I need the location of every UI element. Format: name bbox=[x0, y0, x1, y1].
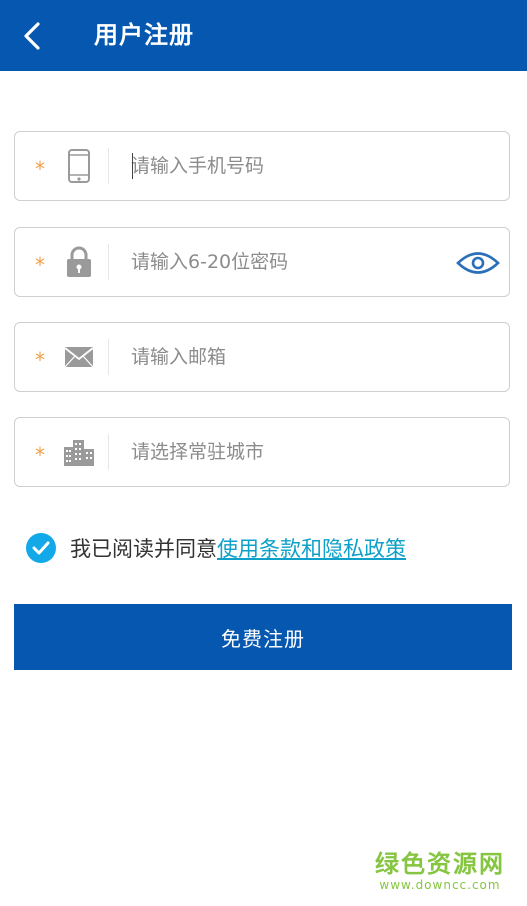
phone-input[interactable] bbox=[131, 147, 431, 185]
register-button[interactable]: 免费注册 bbox=[14, 604, 512, 670]
password-field[interactable]: * bbox=[14, 227, 510, 297]
required-mark: * bbox=[35, 157, 45, 181]
agreement-text: 我已阅读并同意 bbox=[70, 537, 217, 561]
watermark-title: 绿色资源网 bbox=[375, 850, 505, 878]
email-input[interactable] bbox=[131, 338, 431, 376]
checkmark-icon bbox=[32, 541, 50, 555]
page-title: 用户注册 bbox=[94, 21, 194, 49]
field-divider bbox=[108, 148, 109, 184]
back-button[interactable] bbox=[14, 18, 50, 54]
city-icon bbox=[59, 432, 99, 472]
mail-icon bbox=[59, 337, 99, 377]
terms-link[interactable]: 使用条款和隐私政策 bbox=[217, 533, 406, 563]
city-select[interactable] bbox=[131, 433, 431, 471]
email-field[interactable]: * bbox=[14, 322, 510, 392]
required-mark: * bbox=[35, 443, 45, 467]
watermark-url: www.downcc.com bbox=[379, 878, 501, 892]
field-divider bbox=[108, 244, 109, 280]
text-cursor bbox=[132, 153, 133, 179]
show-password-toggle[interactable] bbox=[455, 248, 501, 278]
password-input[interactable] bbox=[131, 243, 431, 281]
eye-icon bbox=[456, 252, 500, 274]
phone-icon bbox=[59, 146, 99, 186]
lock-icon bbox=[59, 242, 99, 282]
chevron-left-icon bbox=[24, 22, 40, 50]
city-field[interactable]: * bbox=[14, 417, 510, 487]
agreement-checkbox[interactable] bbox=[26, 533, 56, 563]
phone-field[interactable]: * bbox=[14, 131, 510, 201]
agreement-row: 我已阅读并同意 使用条款和隐私政策 bbox=[26, 530, 406, 566]
field-divider bbox=[108, 434, 109, 470]
app-header: 用户注册 bbox=[0, 0, 527, 71]
watermark-logo: 绿色资源网 www.downcc.com bbox=[375, 850, 505, 892]
required-mark: * bbox=[35, 348, 45, 372]
required-mark: * bbox=[35, 253, 45, 277]
field-divider bbox=[108, 339, 109, 375]
